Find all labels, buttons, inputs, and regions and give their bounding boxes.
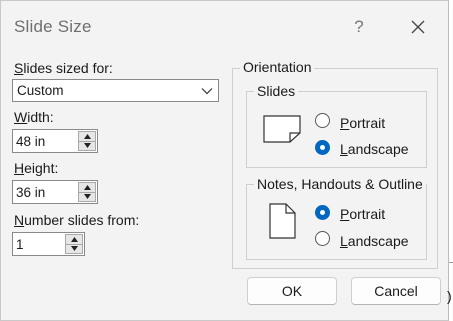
height-label: Height: xyxy=(14,160,59,176)
number-decrement-button[interactable] xyxy=(65,244,83,254)
spin-up-icon xyxy=(70,236,78,242)
notes-portrait-label[interactable]: Portrait xyxy=(340,206,385,222)
notes-portrait-radio[interactable] xyxy=(315,205,330,220)
spin-up-icon xyxy=(83,184,91,190)
spin-down-icon xyxy=(70,246,78,252)
slides-portrait-label[interactable]: Portrait xyxy=(340,115,385,131)
width-value: 48 in xyxy=(16,134,46,149)
slides-sized-for-select[interactable]: Custom xyxy=(12,79,219,102)
close-icon xyxy=(411,20,425,34)
cancel-button[interactable]: Cancel xyxy=(351,277,441,305)
slides-sized-for-label: Slides sized for: xyxy=(14,60,113,76)
width-decrement-button[interactable] xyxy=(78,141,96,151)
spin-up-icon xyxy=(83,133,91,139)
dialog-title: Slide Size xyxy=(14,17,92,36)
notes-orientation-title: Notes, Handouts & Outline xyxy=(254,176,426,192)
spin-down-icon xyxy=(83,194,91,200)
number-slides-from-spinner[interactable]: 1 xyxy=(12,232,85,256)
landscape-page-icon xyxy=(263,115,301,143)
orientation-title: Orientation xyxy=(240,59,315,75)
number-increment-button[interactable] xyxy=(65,234,83,245)
question-icon: ? xyxy=(354,17,364,36)
slides-sized-for-value: Custom xyxy=(17,83,64,98)
slides-portrait-radio[interactable] xyxy=(315,113,330,128)
slide-size-dialog: Slide Size ? Slides sized for: Custom Wi… xyxy=(0,0,449,321)
background-edge-glyph: ) xyxy=(447,288,452,304)
slides-landscape-label[interactable]: Landscape xyxy=(340,141,409,157)
notes-landscape-label[interactable]: Landscape xyxy=(340,233,409,249)
background-edge-line xyxy=(449,262,453,263)
slides-orientation-title: Slides xyxy=(254,83,299,99)
notes-landscape-radio[interactable] xyxy=(315,231,330,246)
slides-landscape-radio[interactable] xyxy=(315,140,330,155)
height-increment-button[interactable] xyxy=(78,182,96,193)
width-increment-button[interactable] xyxy=(78,131,96,142)
height-decrement-button[interactable] xyxy=(78,192,96,202)
height-value: 36 in xyxy=(16,185,46,200)
ok-button[interactable]: OK xyxy=(247,277,337,305)
number-slides-from-value: 1 xyxy=(16,237,24,252)
width-spinner[interactable]: 48 in xyxy=(12,129,98,153)
height-spinner[interactable]: 36 in xyxy=(12,180,98,204)
spin-down-icon xyxy=(83,143,91,149)
width-label: Width: xyxy=(14,109,54,125)
help-button[interactable]: ? xyxy=(345,10,373,44)
dropdown-toggle[interactable] xyxy=(196,80,218,101)
chevron-down-icon xyxy=(201,87,213,94)
number-slides-from-label: Number slides from: xyxy=(14,212,140,228)
close-button[interactable] xyxy=(403,12,433,42)
portrait-page-icon xyxy=(269,203,296,239)
